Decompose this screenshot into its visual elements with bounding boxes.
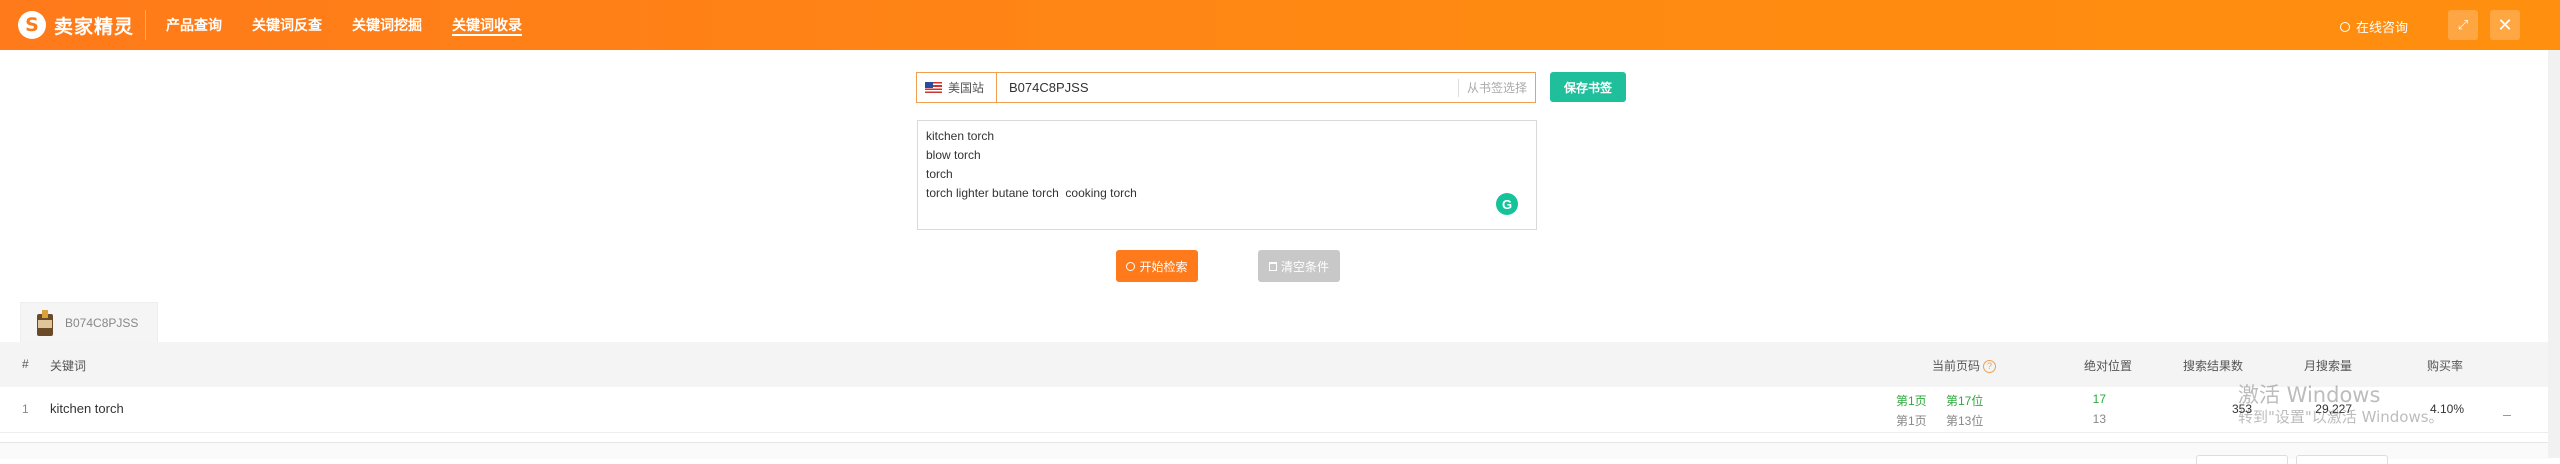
asin-input[interactable] xyxy=(997,79,1458,96)
logo-icon: S xyxy=(18,11,46,39)
close-icon: ✕ xyxy=(2497,14,2513,35)
online-consult-link[interactable]: 在线咨询 xyxy=(2340,17,2408,36)
windows-activation-watermark: 激活 Windows 转到"设置"以激活 Windows。 xyxy=(2238,383,2444,426)
nav-keyword-mining[interactable]: 关键词挖掘 xyxy=(352,0,422,50)
expand-icon: ⤢ xyxy=(2457,17,2469,32)
nav-divider xyxy=(145,10,146,40)
asin-search-box: 美国站 从书签选择 xyxy=(916,72,1536,103)
app-logo[interactable]: S 卖家精灵 xyxy=(18,11,134,39)
header-purchase-rate[interactable]: 购买率 xyxy=(2427,357,2463,374)
pagination-control[interactable] xyxy=(2296,455,2388,464)
keywords-textarea[interactable]: kitchen torch blow torch torch torch lig… xyxy=(917,120,1537,230)
header-keyword: 关键词 xyxy=(50,359,87,373)
nav-keyword-reverse[interactable]: 关键词反查 xyxy=(252,0,322,50)
chat-icon xyxy=(2340,21,2350,32)
header-monthly-searches[interactable]: 月搜索量 xyxy=(2304,357,2352,374)
vertical-scrollbar[interactable] xyxy=(2548,50,2560,458)
trend-icon[interactable] xyxy=(2503,403,2511,416)
us-flag-icon xyxy=(925,82,942,93)
row-absolute-a: 17 xyxy=(2092,392,2106,406)
nav-keyword-indexing[interactable]: 关键词收录 xyxy=(452,0,522,50)
close-button[interactable]: ✕ xyxy=(2490,10,2520,40)
header-absolute-position[interactable]: 绝对位置 xyxy=(2084,357,2132,374)
header-current-page: 当前页码? xyxy=(1932,357,1997,374)
site-select[interactable]: 美国站 xyxy=(917,73,997,102)
logo-text: 卖家精灵 xyxy=(54,16,135,38)
save-bookmark-button[interactable]: 保存书签 xyxy=(1550,72,1626,102)
watermark-subtitle: 转到"设置"以激活 Windows。 xyxy=(2238,408,2444,426)
start-search-button[interactable]: 开始检索 xyxy=(1116,250,1198,282)
product-thumbnail xyxy=(35,309,55,336)
keyword-line: kitchen torch xyxy=(926,129,995,143)
site-label: 美国站 xyxy=(948,81,985,95)
pagination-control[interactable] xyxy=(2196,455,2288,464)
top-navigation-bar: S 卖家精灵 产品查询 关键词反查 关键词挖掘 关键词收录 在线咨询 ⤢ ✕ xyxy=(0,0,2560,50)
clear-conditions-label: 清空条件 xyxy=(1280,259,1329,274)
keyword-line: blow torch xyxy=(926,148,981,162)
help-icon[interactable]: ? xyxy=(1983,360,1997,374)
nav-product-search[interactable]: 产品查询 xyxy=(166,0,222,50)
header-current-page-label: 当前页码 xyxy=(1932,359,1981,373)
table-header: # 关键词 当前页码? 绝对位置 搜索结果数 月搜索量 购买率 xyxy=(0,342,2548,387)
watermark-title: 激活 Windows xyxy=(2238,383,2381,407)
keyword-line: torch lighter butane torch cooking torch xyxy=(926,186,1137,200)
bookmark-select[interactable]: 从书签选择 xyxy=(1457,78,1535,97)
main-nav: 产品查询 关键词反查 关键词挖掘 关键词收录 xyxy=(166,0,552,50)
row-page-a: 第1页 xyxy=(1896,394,1927,408)
row-index: 1 xyxy=(22,402,29,416)
product-tab-asin: B074C8PJSS xyxy=(65,315,139,330)
header-index: # xyxy=(22,357,29,371)
keyword-line: torch xyxy=(926,167,953,181)
row-position-b: 第13位 xyxy=(1946,414,1984,428)
start-search-label: 开始检索 xyxy=(1139,259,1188,274)
trash-icon xyxy=(1268,261,1277,271)
row-position-a: 第17位 xyxy=(1946,394,1984,408)
header-search-results[interactable]: 搜索结果数 xyxy=(2183,357,2243,374)
table-row: 1 kitchen torch 第1页 第17位 17 第1页 第13位 13 … xyxy=(0,388,2548,433)
expand-button[interactable]: ⤢ xyxy=(2448,10,2478,40)
pagination-strip xyxy=(0,442,2548,464)
clear-conditions-button[interactable]: 清空条件 xyxy=(1258,250,1340,282)
consult-label: 在线咨询 xyxy=(2356,20,2409,35)
product-tab[interactable]: B074C8PJSS xyxy=(20,302,158,342)
row-page-b: 第1页 xyxy=(1896,414,1927,428)
search-icon xyxy=(1126,261,1136,271)
row-keyword[interactable]: kitchen torch xyxy=(50,401,124,416)
row-absolute-b: 13 xyxy=(2092,412,2106,426)
grammarly-icon[interactable]: G xyxy=(1496,193,1518,215)
